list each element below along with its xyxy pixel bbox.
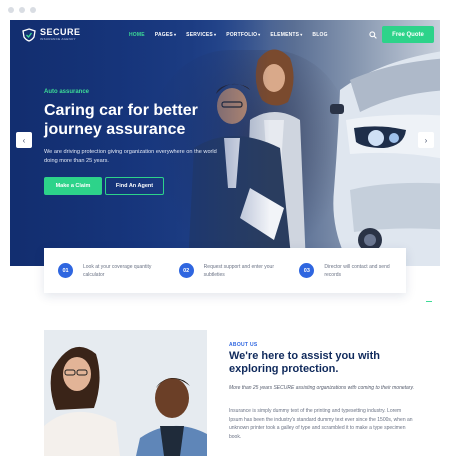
chevron-right-icon: ›: [424, 135, 428, 145]
hero-section: SECURE INSURANCE AGENCY HOME PAGES▾ SERV…: [10, 20, 440, 266]
window-dot-close[interactable]: [8, 7, 14, 13]
nav-item-services[interactable]: SERVICES▾: [186, 32, 216, 38]
about-label: ABOUT US: [229, 342, 258, 348]
nav-item-home[interactable]: HOME: [129, 32, 145, 38]
about-photo: [44, 330, 207, 456]
about-intro: More than 25 years SECURE assisting orga…: [229, 385, 414, 391]
window-dot-maximize[interactable]: [30, 7, 36, 13]
car-image: [330, 51, 440, 266]
shield-logo-icon: [22, 28, 36, 42]
hero-lede: We are driving protection giving organiz…: [44, 149, 217, 164]
slider-next-button[interactable]: ›: [418, 132, 434, 148]
page-frame: SECURE INSURANCE AGENCY HOME PAGES▾ SERV…: [10, 20, 440, 456]
brand-name: SECURE: [40, 27, 81, 37]
main-menu: HOME PAGES▾ SERVICES▾ PORTFOLIO▾ ELEMENT…: [129, 32, 338, 38]
step-item: 02 Request support and enter your subtle…: [165, 248, 286, 293]
nav-item-pages[interactable]: PAGES▾: [155, 32, 176, 38]
about-title: We're here to assist you with exploring …: [229, 350, 380, 375]
step-item: 03 Director will contact and send record…: [285, 248, 406, 293]
chevron-left-icon: ‹: [22, 135, 26, 145]
logo[interactable]: SECURE INSURANCE AGENCY: [22, 28, 81, 42]
step-text: Request support and enter your subtletie…: [203, 263, 274, 278]
hero-headline: Caring car for better journey assurance: [44, 102, 198, 138]
slider-prev-button[interactable]: ‹: [16, 132, 32, 148]
nav-item-blog[interactable]: BLOG: [312, 32, 327, 38]
brand-tagline: INSURANCE AGENCY: [40, 37, 76, 41]
make-a-claim-button[interactable]: Make a Claim: [44, 177, 102, 195]
chevron-down-icon: ▾: [300, 32, 303, 37]
free-quote-button[interactable]: Free Quote: [382, 26, 434, 43]
about-body: Insurance is simply dummy text of the pr…: [229, 408, 413, 440]
step-text: Look at your coverage quantity calculato…: [83, 263, 152, 278]
top-nav: SECURE INSURANCE AGENCY HOME PAGES▾ SERV…: [10, 20, 440, 50]
nav-item-elements[interactable]: ELEMENTS▾: [270, 32, 302, 38]
steps-card: 01 Look at your coverage quantity calcul…: [44, 248, 406, 293]
window-chrome: [0, 0, 450, 20]
chevron-down-icon: ▾: [213, 32, 217, 37]
step-text: Director will contact and send records: [324, 263, 390, 278]
chevron-down-icon: ▾: [258, 32, 261, 37]
browser-window: SECURE INSURANCE AGENCY HOME PAGES▾ SERV…: [0, 0, 450, 456]
step-number: 02: [178, 263, 194, 278]
chevron-down-icon: ▾: [173, 32, 177, 37]
find-an-agent-button[interactable]: Find An Agent: [105, 177, 164, 195]
step-item: 01 Look at your coverage quantity calcul…: [44, 248, 165, 293]
hero-eyebrow: Auto assurance: [44, 89, 90, 95]
window-dot-minimize[interactable]: [19, 7, 25, 13]
people-image: [44, 330, 207, 456]
search-icon[interactable]: [369, 31, 377, 39]
step-number: 01: [58, 263, 73, 278]
step-number: 03: [299, 263, 315, 278]
accent-divider: [426, 301, 432, 302]
nav-item-portfolio[interactable]: PORTFOLIO▾: [226, 32, 260, 38]
